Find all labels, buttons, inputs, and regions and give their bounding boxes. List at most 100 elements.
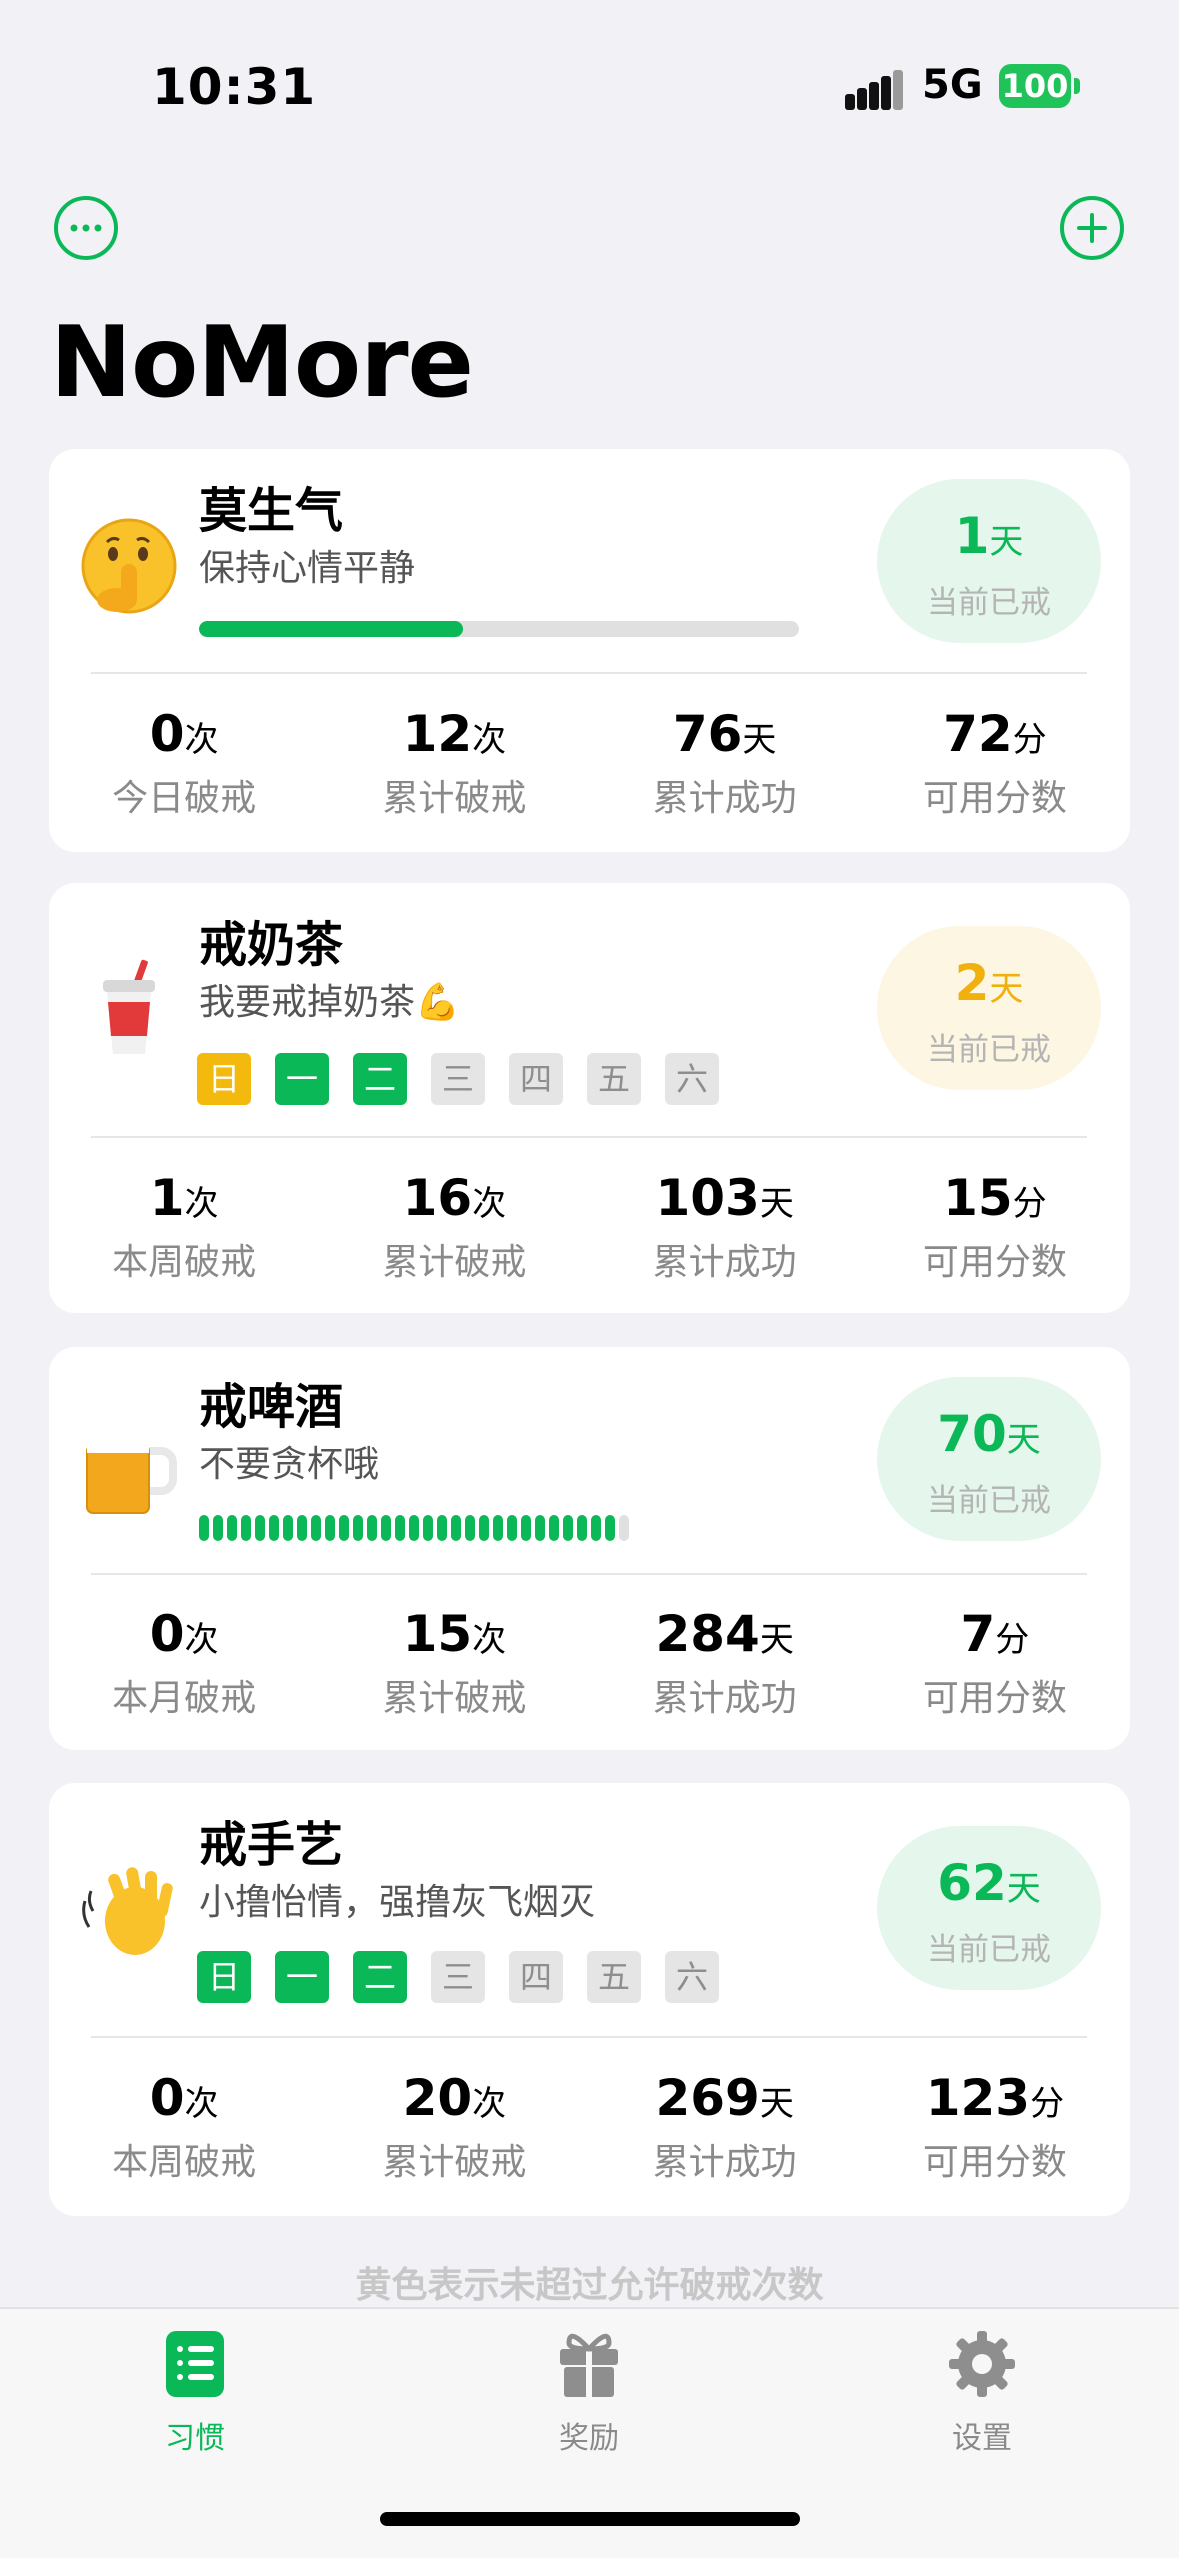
habits-list-icon: [158, 2327, 232, 2401]
day-segment: [451, 1515, 461, 1541]
current-streak-pill: 2天 当前已戒: [877, 926, 1101, 1090]
current-label: 当前已戒: [927, 585, 1051, 621]
current-label: 当前已戒: [927, 1032, 1051, 1068]
stat: 284天 累计成功: [590, 1605, 860, 1721]
habit-card[interactable]: 戒啤酒 不要贪杯哦 70天 当前已戒 0次 本月破戒 15次 累计破戒 284天 累计…: [49, 1347, 1130, 1750]
current-days: 1: [954, 507, 990, 565]
day-segment: [255, 1515, 265, 1541]
stat-value: 0: [149, 705, 185, 763]
habit-name: 戒奶茶: [199, 917, 344, 973]
weekday-chip: 六: [665, 1053, 719, 1105]
stat-label: 可用分数: [922, 1242, 1067, 1283]
current-label: 当前已戒: [927, 1932, 1051, 1968]
stat-label: 累计破戒: [382, 1678, 527, 1719]
tab-settings[interactable]: 设置: [882, 2327, 1082, 2457]
stat-value: 0: [149, 2069, 185, 2127]
shushing-face-icon: [77, 514, 181, 618]
gift-icon: [552, 2327, 626, 2401]
month-progress: [199, 1515, 629, 1541]
tab-habits[interactable]: 习惯: [95, 2327, 295, 2457]
progress-fill: [199, 621, 463, 637]
stat-value: 12: [402, 705, 473, 763]
cup-with-straw-icon: [77, 958, 181, 1062]
current-label: 当前已戒: [927, 1483, 1051, 1519]
tab-label: 设置: [952, 2421, 1012, 2456]
day-segment: [311, 1515, 321, 1541]
current-streak-pill: 1天 当前已戒: [877, 479, 1101, 643]
add-habit-button[interactable]: [1060, 196, 1124, 260]
day-segment: [409, 1515, 419, 1541]
current-streak-pill: 62天 当前已戒: [877, 1826, 1101, 1990]
day-segment: [227, 1515, 237, 1541]
day-segment: [577, 1515, 587, 1541]
divider: [91, 672, 1087, 674]
stat: 15次累计破戒: [319, 1605, 589, 1721]
waving-hand-icon: [77, 1861, 181, 1965]
weekday-chip: 一: [275, 1951, 329, 2003]
stat-unit: 分: [995, 1620, 1030, 1660]
current-unit: 天: [989, 522, 1024, 562]
habit-card[interactable]: 戒奶茶 我要戒掉奶茶💪 日一二三四五六 2天 当前已戒 1次 本周破戒 16次 累计…: [49, 883, 1130, 1313]
stat-value: 15: [402, 1605, 473, 1663]
day-segment: [353, 1515, 363, 1541]
stat-label: 可用分数: [922, 778, 1067, 819]
home-indicator: [380, 2512, 800, 2526]
stat-unit: 次: [184, 1184, 219, 1224]
stat-value: 72: [943, 705, 1013, 763]
current-days: 2: [954, 954, 990, 1012]
stat-unit: 天: [742, 720, 777, 760]
battery-icon: 100: [999, 64, 1071, 108]
day-segment: [465, 1515, 475, 1541]
stat-value: 123: [925, 2069, 1031, 2127]
stat-label: 本周破戒: [112, 1242, 257, 1283]
stat: 103天 累计成功: [590, 1169, 860, 1285]
signal-icon: [845, 68, 903, 110]
stat-value: 284: [655, 1605, 760, 1663]
weekday-chip: 二: [353, 1053, 407, 1105]
stat-label: 累计破戒: [382, 1242, 527, 1283]
stats-row: 1次 本周破戒 16次 累计破戒 103天 累计成功 15分 可用分数: [49, 1169, 1130, 1285]
weekday-chip: 五: [587, 1951, 641, 2003]
stat: 7分 可用分数: [860, 1605, 1130, 1721]
day-segment: [199, 1515, 209, 1541]
tab-rewards[interactable]: 奖励: [489, 2327, 689, 2457]
stat: 0次 本周破戒: [49, 2069, 319, 2185]
battery-tip: [1074, 78, 1080, 94]
stat-unit: 分: [1012, 720, 1047, 760]
tab-label: 习惯: [165, 2421, 225, 2456]
stat: 1次本周破戒: [49, 1169, 319, 1285]
stat-label: 今日破戒: [112, 778, 257, 819]
weekday-chip: 二: [353, 1951, 407, 2003]
weekday-chip: 三: [431, 1053, 485, 1105]
day-segment: [423, 1515, 433, 1541]
stat-unit: 次: [472, 1184, 507, 1224]
habit-desc: 不要贪杯哦: [199, 1444, 380, 1485]
status-time: 10:31: [152, 58, 317, 116]
more-button[interactable]: [54, 196, 118, 260]
weekday-row: 日一二三四五六: [197, 1053, 719, 1105]
stat-unit: 次: [472, 1620, 507, 1660]
stat-label: 可用分数: [922, 1678, 1067, 1719]
page-title: NoMore: [50, 306, 474, 420]
day-segment: [437, 1515, 447, 1541]
stat-unit: 天: [759, 1184, 794, 1224]
stats-row: 0次 本月破戒 15次 累计破戒 284天 累计成功 7分 可用分数: [49, 1605, 1130, 1721]
stat-unit: 天: [759, 1620, 794, 1660]
habit-name: 莫生气: [199, 483, 344, 539]
current-days: 62: [937, 1854, 1007, 1912]
weekday-chip: 四: [509, 1053, 563, 1105]
stat-value: 0: [149, 1605, 185, 1663]
stat-unit: 次: [184, 720, 219, 760]
divider: [91, 1573, 1087, 1575]
stat: 269天 累计成功: [590, 2069, 860, 2185]
habit-name: 戒啤酒: [199, 1379, 344, 1435]
stat-label: 累计破戒: [382, 2142, 527, 2183]
beer-mug-icon: [77, 1415, 181, 1519]
day-segment: [619, 1515, 629, 1541]
habit-card[interactable]: 戒手艺 小撸怡情，强撸灰飞烟灭 日一二三四五六 62天 当前已戒 0次 本周破戒 …: [49, 1783, 1130, 2216]
tab-label: 奖励: [559, 2421, 619, 2456]
stat-label: 累计成功: [652, 1242, 797, 1283]
day-segment: [297, 1515, 307, 1541]
stat-value: 1: [149, 1169, 185, 1227]
habit-card[interactable]: 莫生气 保持心情平静 1天 当前已戒 0次 今日破戒 12次 累计破戒 76天 累计成…: [49, 449, 1130, 852]
